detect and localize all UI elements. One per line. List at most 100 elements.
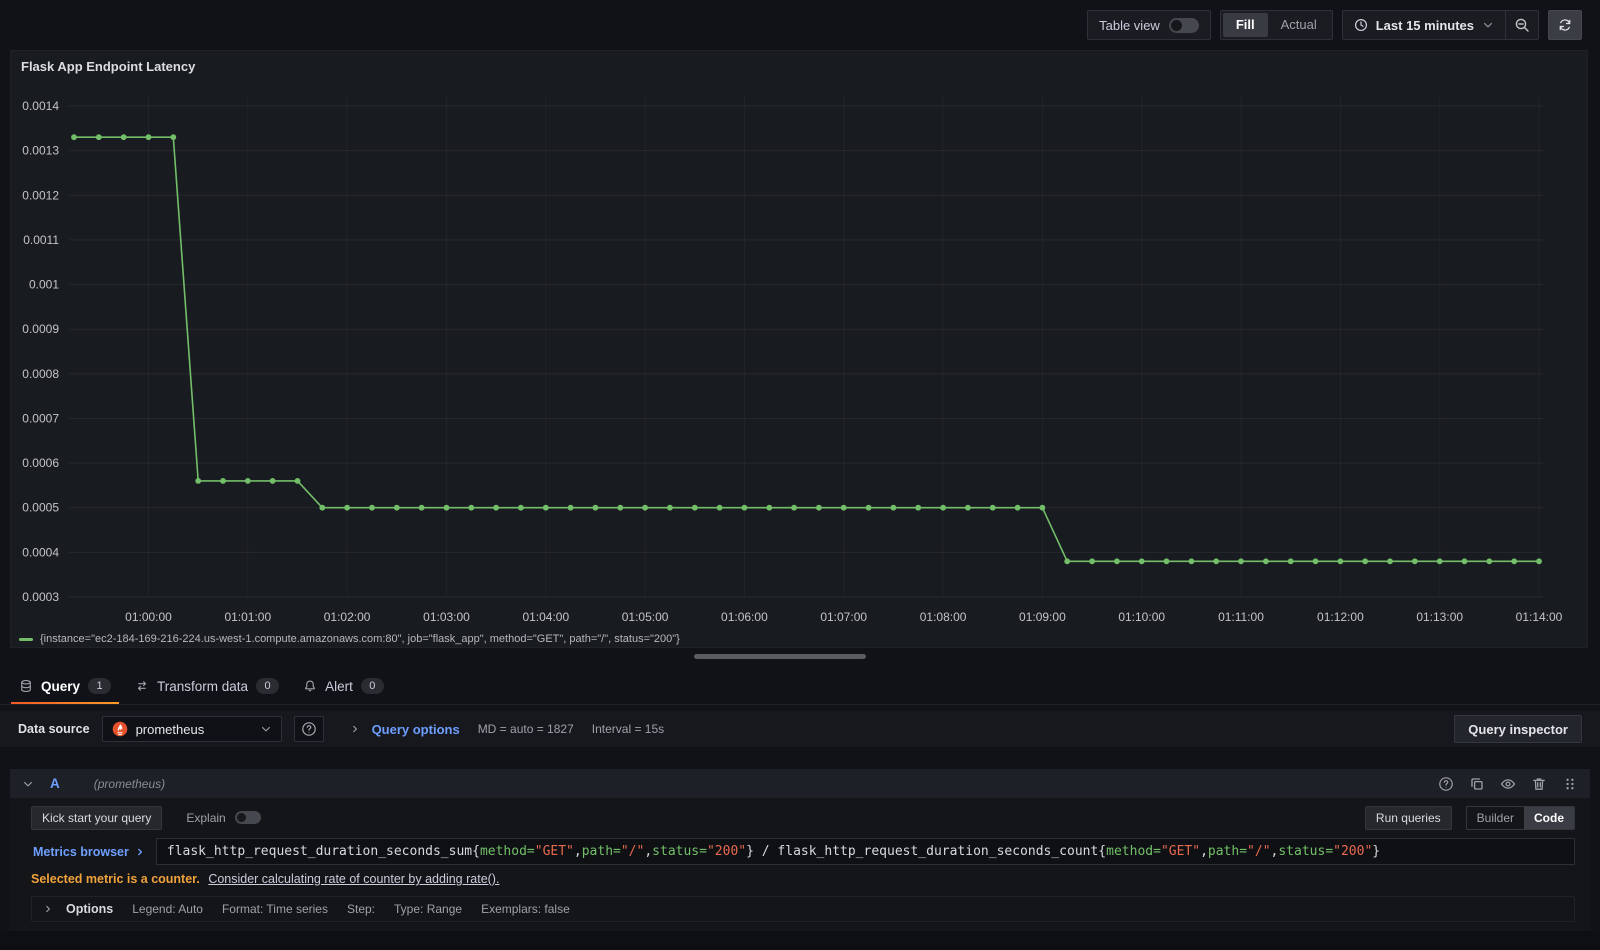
promql-token: , (1270, 844, 1279, 859)
explain-label: Explain (186, 810, 226, 825)
query-inspector-button[interactable]: Query inspector (1454, 715, 1582, 743)
tab-transform-label: Transform data (157, 678, 249, 694)
data-point (791, 504, 797, 511)
code-button[interactable]: Code (1524, 806, 1574, 829)
duplicate-query-icon[interactable] (1469, 776, 1485, 792)
counter-warning: Selected metric is a counter. Consider c… (31, 872, 1575, 887)
metrics-browser-label: Metrics browser (33, 844, 129, 859)
timeseries-panel: Flask App Endpoint Latency 01:00:00 01:01… (10, 50, 1588, 648)
switch-knob (1170, 19, 1182, 31)
builder-button[interactable]: Builder (1467, 807, 1524, 829)
tab-query-label: Query (41, 678, 81, 694)
data-point (319, 504, 326, 511)
y-tick-label: 0.0007 (22, 412, 59, 426)
bell-icon (303, 679, 317, 693)
data-point (1064, 558, 1071, 565)
promql-token: path= (581, 844, 621, 859)
promql-token: method= (479, 844, 535, 859)
options-legend: Legend: Auto (132, 902, 203, 916)
datasource-picker[interactable]: prometheus (101, 716, 282, 742)
refresh-icon (1558, 18, 1572, 32)
y-tick-label: 0.0004 (22, 545, 59, 559)
datasource-help-button[interactable] (293, 716, 324, 742)
clock-icon (1354, 18, 1368, 32)
query-options-toggle[interactable]: Query options (350, 722, 460, 737)
fill-button[interactable]: Fill (1222, 13, 1268, 37)
promql-token: status= (1278, 844, 1334, 859)
query-help-icon[interactable] (1438, 776, 1454, 792)
promql-token: "/" (620, 844, 645, 859)
drag-handle-icon[interactable] (1562, 776, 1578, 792)
x-tick-label: 01:00:00 (125, 610, 172, 624)
data-point (816, 504, 822, 511)
data-point (1436, 558, 1443, 565)
chevron-right-icon (135, 847, 145, 857)
x-tick-label: 01:08:00 (920, 610, 967, 624)
chart-canvas[interactable]: 01:00:00 01:01:00 01:02:00 01:03:00 01:04:00… (11, 81, 1587, 629)
data-point (1511, 558, 1518, 565)
bottom-strip (0, 931, 1600, 950)
tab-alert[interactable]: Alert 0 (292, 668, 395, 704)
datasource-selected: prometheus (135, 721, 205, 737)
tab-alert-label: Alert (325, 678, 353, 694)
promql-token: , (1200, 844, 1208, 859)
metrics-browser-button[interactable]: Metrics browser (31, 838, 156, 865)
y-tick-label: 0.0013 (22, 144, 59, 158)
data-point (244, 478, 251, 484)
data-point (443, 504, 450, 511)
panel-title: Flask App Endpoint Latency (21, 58, 196, 74)
data-point (1486, 558, 1493, 565)
data-point (890, 504, 897, 511)
data-point (1362, 558, 1369, 565)
tab-transform-badge: 0 (256, 678, 280, 694)
database-icon (19, 679, 33, 693)
x-tick-label: 01:02:00 (324, 610, 371, 624)
query-toolbar: Kick start your query Explain Run querie… (31, 805, 1575, 830)
data-point (1536, 558, 1542, 565)
data-point (195, 478, 202, 484)
trash-icon[interactable] (1531, 776, 1547, 792)
x-tick-label: 01:12:00 (1317, 610, 1364, 624)
series-line (74, 136, 1539, 563)
chevron-right-icon (350, 724, 360, 734)
promql-token: path= (1207, 844, 1248, 859)
table-view-switch[interactable] (1168, 17, 1199, 33)
kick-start-query-button[interactable]: Kick start your query (31, 805, 163, 830)
promql-token: } / flask_http_request_duration_seconds_… (746, 844, 1107, 859)
options-summary-row[interactable]: Options Legend: Auto Format: Time series… (31, 896, 1575, 922)
query-row-actions (1438, 776, 1578, 792)
promql-token: method= (1106, 844, 1161, 859)
data-point (965, 504, 971, 511)
y-tick-label: 0.0008 (22, 367, 59, 381)
tab-transform-data[interactable]: Transform data 0 (124, 668, 290, 704)
legend-series-label[interactable]: {instance="ec2-184-169-216-224.us-west-1… (40, 633, 680, 645)
promql-token: "GET" (534, 844, 574, 859)
time-range-picker[interactable]: Last 15 minutes (1343, 11, 1505, 39)
refresh-button[interactable] (1548, 10, 1582, 40)
max-data-points-text: MD = auto = 1827 (477, 722, 574, 736)
eye-icon[interactable] (1500, 776, 1516, 792)
collapse-chevron-icon[interactable] (22, 778, 34, 790)
data-point (1163, 558, 1170, 565)
promql-editor-row: Metrics browser flask_http_request_durat… (31, 838, 1575, 865)
promql-code-editor[interactable]: flask_http_request_duration_seconds_sum{… (155, 838, 1575, 865)
chevron-down-icon (1482, 19, 1494, 31)
explain-control: Explain (186, 810, 261, 825)
data-point (567, 504, 574, 511)
data-point (667, 504, 673, 511)
data-point (642, 504, 648, 511)
run-queries-button[interactable]: Run queries (1364, 805, 1452, 830)
y-tick-label: 0.0009 (22, 322, 59, 336)
data-point (592, 504, 599, 511)
add-rate-link[interactable]: Consider calculating rate of counter by … (208, 872, 499, 886)
explain-switch[interactable] (234, 811, 261, 824)
tab-query[interactable]: Query 1 (8, 668, 122, 704)
data-point (468, 504, 475, 511)
data-point (269, 478, 276, 484)
actual-button[interactable]: Actual (1268, 13, 1330, 37)
data-point (865, 504, 872, 511)
horizontal-scrollbar-thumb[interactable] (694, 654, 866, 659)
data-point (95, 134, 102, 141)
prometheus-icon (112, 721, 128, 737)
zoom-out-button[interactable] (1505, 11, 1538, 39)
